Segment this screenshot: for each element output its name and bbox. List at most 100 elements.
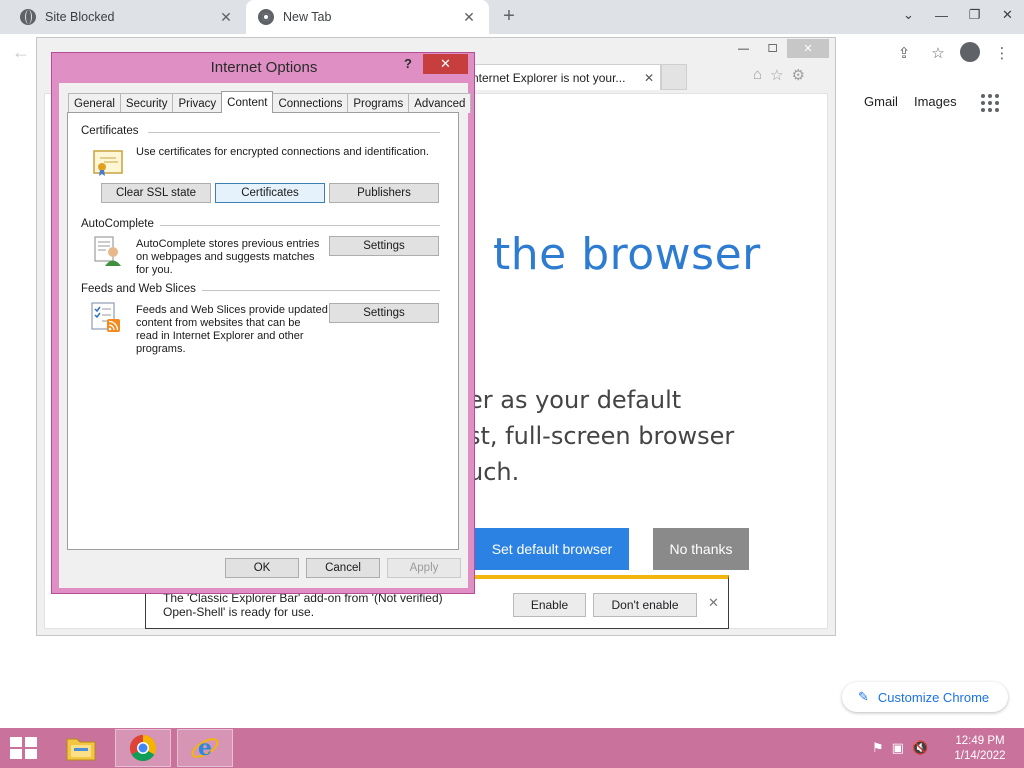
tab-search-icon[interactable]: ⌄: [892, 0, 925, 30]
tab-site-blocked[interactable]: Site Blocked ✕: [8, 0, 246, 34]
customize-chrome-button[interactable]: ✎ Customize Chrome: [842, 682, 1008, 712]
tab-connections[interactable]: Connections: [272, 93, 349, 113]
restore-icon[interactable]: ❐: [958, 0, 991, 30]
start-button[interactable]: [10, 737, 38, 759]
content-tab-panel: Certificates Use certificates for encryp…: [67, 112, 459, 550]
certificates-description: Use certificates for encrypted connectio…: [136, 146, 429, 158]
clock[interactable]: 12:49 PM 1/14/2022: [944, 734, 1016, 764]
minimize-icon[interactable]: —: [729, 39, 758, 58]
ok-button[interactable]: OK: [225, 558, 299, 578]
favorites-star-icon[interactable]: ☆: [770, 66, 783, 84]
dont-enable-button[interactable]: Don't enable: [593, 593, 697, 617]
tab-programs[interactable]: Programs: [347, 93, 410, 113]
close-tab-icon[interactable]: ✕: [218, 9, 234, 26]
description-line: Feeds and Web Slices provide updated: [136, 304, 328, 316]
certificates-group-label: Certificates: [81, 125, 145, 137]
chrome-icon: [258, 9, 274, 25]
feeds-icon: [91, 302, 120, 332]
help-button[interactable]: ?: [404, 56, 412, 71]
apps-grid-icon[interactable]: [981, 94, 999, 112]
volume-muted-icon[interactable]: 🔇: [912, 740, 928, 756]
toolbar-icons: ⇪ ☆ ⋮: [892, 42, 1014, 64]
taskbar: e ⚑ ▣ 🔇 12:49 PM 1/14/2022: [0, 728, 1024, 768]
images-link[interactable]: Images: [914, 94, 957, 109]
autocomplete-description: AutoComplete stores previous entries on …: [136, 238, 336, 277]
home-icon[interactable]: ⌂: [753, 66, 762, 84]
taskbar-chrome[interactable]: [115, 729, 171, 767]
bookmark-star-icon[interactable]: ☆: [926, 42, 950, 64]
feeds-settings-button[interactable]: Settings: [329, 303, 439, 323]
apply-button[interactable]: Apply: [387, 558, 461, 578]
certificates-button[interactable]: Certificates: [215, 183, 325, 203]
group-divider: [156, 225, 440, 226]
notification-line: Open-Shell' is ready for use.: [163, 605, 315, 619]
tab-security[interactable]: Security: [119, 93, 174, 113]
gmail-link[interactable]: Gmail: [864, 94, 898, 109]
share-icon[interactable]: ⇪: [892, 42, 916, 64]
network-icon[interactable]: ▣: [892, 740, 904, 756]
dialog-close-button[interactable]: ✕: [423, 54, 468, 74]
gear-icon[interactable]: ⚙: [792, 66, 805, 84]
close-notification-icon[interactable]: ✕: [708, 595, 719, 611]
taskbar-internet-explorer[interactable]: e: [177, 729, 233, 767]
new-tab-button[interactable]: +: [498, 6, 520, 28]
cancel-button[interactable]: Cancel: [306, 558, 380, 578]
pencil-icon: ✎: [858, 689, 869, 704]
back-arrow-icon[interactable]: ←: [12, 42, 30, 63]
description-line: read in Internet Explorer and other: [136, 330, 304, 342]
dialog-tabs: General Security Privacy Content Connect…: [68, 91, 472, 113]
description-line: AutoComplete stores previous entries: [136, 238, 320, 250]
tab-general[interactable]: General: [68, 93, 121, 113]
no-thanks-button[interactable]: No thanks: [653, 528, 749, 570]
set-default-browser-button[interactable]: Set default browser: [475, 528, 629, 570]
group-divider: [148, 132, 440, 133]
dialog-title: Internet Options: [210, 59, 318, 76]
tab-content[interactable]: Content: [221, 91, 274, 113]
autocomplete-group-label: AutoComplete: [81, 218, 160, 230]
internet-options-dialog: Internet Options ? ✕ General Security Pr…: [51, 52, 475, 594]
clock-time: 12:49 PM: [955, 735, 1005, 747]
ie-body-text: er as your default st, full-screen brows…: [468, 382, 734, 490]
close-window-icon[interactable]: ✕: [991, 0, 1024, 30]
minimize-icon[interactable]: —: [925, 0, 958, 30]
close-tab-icon[interactable]: ✕: [461, 9, 477, 26]
close-tab-icon[interactable]: ✕: [644, 71, 654, 85]
autocomplete-settings-button[interactable]: Settings: [329, 236, 439, 256]
group-divider: [190, 290, 440, 291]
description-line: programs.: [136, 343, 186, 355]
description-line: for you.: [136, 264, 173, 276]
feeds-group-label: Feeds and Web Slices: [81, 283, 202, 295]
ie-window-controls: — ☐ ✕: [729, 39, 829, 58]
tab-advanced[interactable]: Advanced: [408, 93, 472, 113]
publishers-button[interactable]: Publishers: [329, 183, 439, 203]
certificate-icon: [93, 150, 123, 176]
tab-privacy[interactable]: Privacy: [172, 93, 223, 113]
ie-tab[interactable]: nternet Explorer is not your... ✕: [465, 64, 661, 90]
close-window-icon[interactable]: ✕: [787, 39, 829, 58]
chrome-window-controls: ⌄ — ❐ ✕: [892, 0, 1024, 30]
ie-toolbar-icons: ⌂ ☆ ⚙: [753, 66, 805, 84]
maximize-icon[interactable]: ☐: [758, 39, 787, 58]
notification-text: The 'Classic Explorer Bar' add-on from '…: [163, 591, 443, 619]
description-line: on webpages and suggests matches: [136, 251, 315, 263]
tab-new-tab[interactable]: New Tab ✕: [246, 0, 489, 34]
chrome-icon: [129, 734, 157, 762]
clear-ssl-state-button[interactable]: Clear SSL state: [101, 183, 211, 203]
customize-chrome-label: Customize Chrome: [877, 689, 990, 705]
description-line: content from websites that can be: [136, 317, 301, 329]
enable-button[interactable]: Enable: [513, 593, 586, 617]
menu-kebab-icon[interactable]: ⋮: [990, 42, 1014, 64]
taskbar-file-explorer[interactable]: [53, 729, 109, 767]
clock-date: 1/14/2022: [954, 750, 1006, 762]
profile-avatar[interactable]: [960, 42, 980, 62]
ie-new-tab-button[interactable]: [661, 64, 687, 90]
feeds-description: Feeds and Web Slices provide updated con…: [136, 304, 336, 356]
dialog-body: General Security Privacy Content Connect…: [59, 83, 472, 588]
ntp-links: Gmail Images: [864, 94, 957, 109]
ie-heading: the browser: [493, 229, 761, 280]
globe-icon: [20, 9, 36, 25]
action-center-flag-icon[interactable]: ⚑: [872, 740, 884, 756]
tab-title: New Tab: [283, 10, 332, 24]
ie-body-line: er as your default: [468, 386, 682, 414]
folder-icon: [66, 738, 96, 761]
